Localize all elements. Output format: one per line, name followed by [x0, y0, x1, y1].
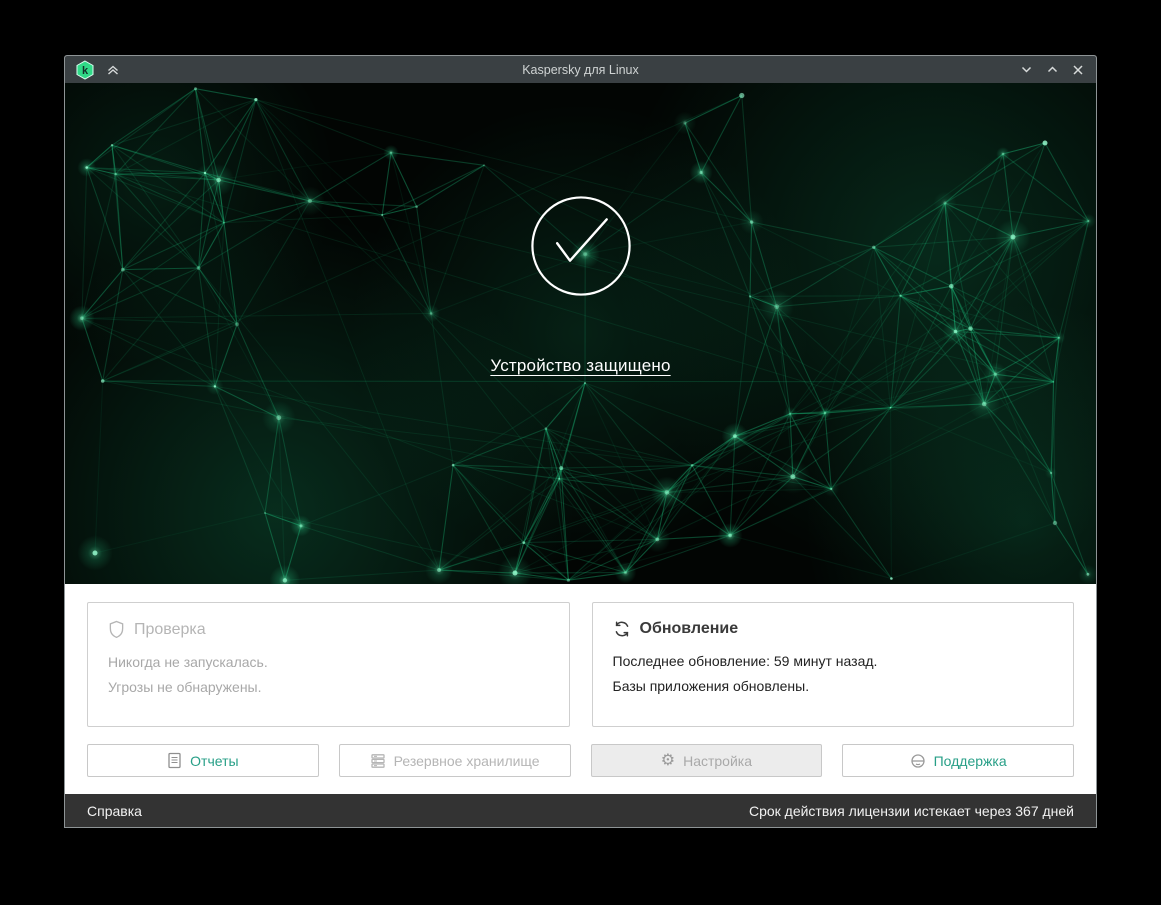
sync-icon — [613, 620, 631, 638]
reports-button-label: Отчеты — [190, 752, 239, 769]
window-title: Kaspersky для Linux — [522, 62, 639, 77]
protection-status-link[interactable]: Устройство защищено — [490, 356, 670, 376]
support-button-label: Поддержка — [933, 752, 1007, 769]
report-icon — [167, 752, 182, 769]
hero-banner: Устройство защищено — [65, 83, 1096, 584]
main-content: Проверка Никогда не запускалась. Угрозы … — [65, 584, 1096, 794]
backup-storage-button: Резервное хранилище — [338, 744, 571, 777]
statusbar: Справка Срок действия лицензии истекает … — [65, 794, 1096, 827]
update-card[interactable]: Обновление Последнее обновление: 59 мину… — [591, 602, 1074, 727]
storage-icon — [370, 753, 386, 769]
settings-button-label: Настройка — [683, 752, 752, 769]
scan-card[interactable]: Проверка Никогда не запускалась. Угрозы … — [87, 602, 570, 727]
backup-storage-button-label: Резервное хранилище — [393, 752, 540, 769]
support-button[interactable]: Поддержка — [842, 744, 1074, 777]
update-db-line: Базы приложения обновлены. — [612, 678, 810, 694]
protected-check-icon — [526, 191, 636, 306]
license-status: Срок действия лицензии истекает через 36… — [748, 802, 1074, 819]
headset-icon — [910, 753, 926, 769]
minimize-button[interactable] — [1018, 62, 1034, 78]
titlebar: k Kaspersky для Linux — [65, 56, 1096, 83]
settings-button[interactable]: ⚙ Настройка — [590, 744, 823, 777]
svg-text:k: k — [82, 65, 89, 77]
scan-threats-line: Угрозы не обнаружены. — [108, 679, 262, 695]
help-link[interactable]: Справка — [87, 803, 142, 819]
keep-above-icon[interactable] — [105, 62, 121, 78]
reports-button[interactable]: Отчеты — [87, 744, 319, 777]
scan-card-title: Проверка — [134, 620, 206, 638]
shield-icon — [108, 620, 125, 639]
kaspersky-logo-icon: k — [75, 59, 95, 80]
close-icon[interactable] — [1070, 62, 1086, 78]
scan-status-line: Никогда не запускалась. — [108, 654, 268, 670]
app-window: k Kaspersky для Linux Устройство защищен… — [64, 55, 1097, 828]
gear-icon: ⚙ — [660, 751, 676, 769]
update-card-title: Обновление — [639, 620, 739, 637]
update-last-line: Последнее обновление: 59 минут назад. — [612, 653, 878, 669]
maximize-button[interactable] — [1044, 62, 1060, 78]
